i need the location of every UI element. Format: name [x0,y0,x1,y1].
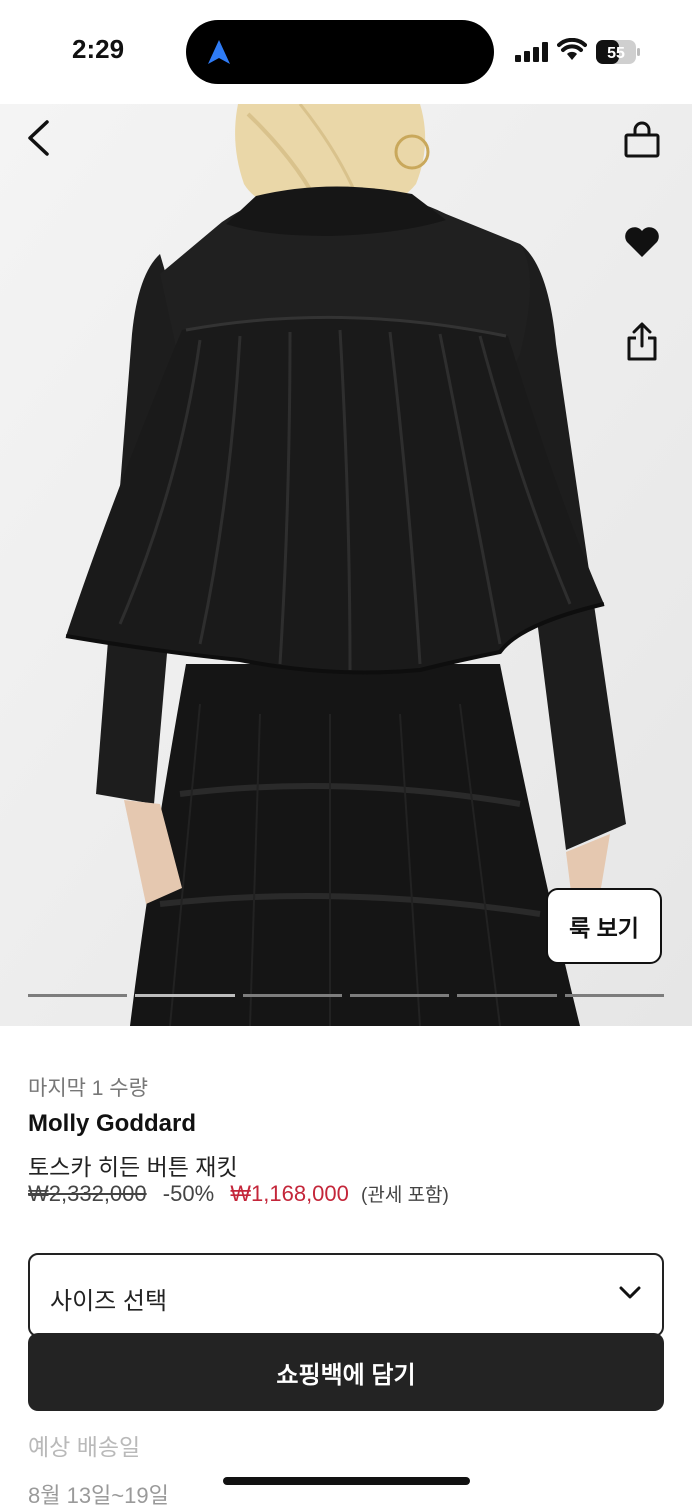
chevron-down-icon [619,1286,641,1299]
back-button[interactable] [18,116,58,160]
discount-rate: -50% [162,1181,215,1206]
delivery-label: 예상 배송일 [28,1434,141,1460]
product-name: 토스카 히든 버튼 재킷 [28,1154,238,1180]
gallery-progress-indicator [28,994,664,998]
original-price: ₩2,332,000 [28,1181,147,1206]
wifi-icon [557,38,587,60]
add-to-bag-button[interactable]: 쇼핑백에 담기 [28,1333,664,1411]
location-arrow-icon [208,40,230,64]
gallery-progress-segment [135,994,235,997]
brand-name[interactable]: Molly Goddard [28,1110,196,1138]
shopping-bag-icon [624,121,660,158]
gallery-progress-segment [242,994,342,997]
status-bar: 2:29 55 [0,0,692,104]
wishlist-button[interactable] [618,218,666,266]
sale-price: ₩1,168,000 [230,1181,349,1206]
product-image-gallery[interactable]: 룩 보기 [0,104,692,1026]
dynamic-island [186,20,494,84]
battery-icon: 55 [596,40,640,64]
price-row: ₩2,332,000 -50% ₩1,168,000 (관세 포함) [28,1180,449,1207]
chevron-left-icon [28,120,49,156]
shopping-bag-button[interactable] [618,116,666,164]
gallery-progress-segment [349,994,450,997]
cellular-signal-icon [515,42,548,62]
share-icon [627,322,657,361]
home-indicator[interactable] [223,1477,470,1485]
battery-level: 55 [607,45,625,62]
gallery-progress-segment [564,994,664,997]
share-button[interactable] [618,316,666,368]
size-select-placeholder: 사이즈 선택 [50,1288,168,1315]
stock-note: 마지막 1 수량 [28,1077,148,1100]
gallery-progress-segment [457,994,557,997]
view-look-button[interactable]: 룩 보기 [546,888,662,964]
heart-icon [625,227,659,257]
delivery-dates: 8월 13일~19일 [28,1483,169,1508]
gallery-progress-segment [28,994,128,997]
size-select-dropdown[interactable]: 사이즈 선택 [28,1253,664,1337]
duty-note: (관세 포함) [361,1185,449,1206]
status-time: 2:29 [72,34,125,64]
